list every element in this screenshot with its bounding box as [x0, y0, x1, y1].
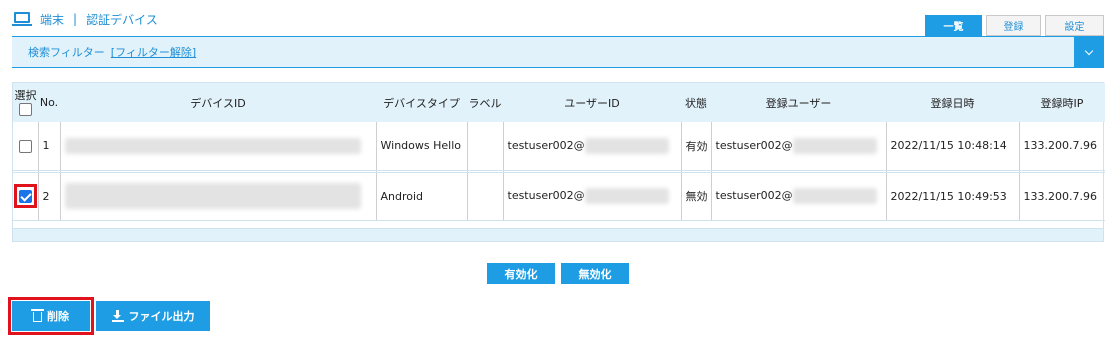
row-label: [466, 122, 503, 171]
user-id-text: testuser002@: [507, 189, 585, 202]
trash-icon: [31, 309, 44, 322]
row-registered-user: testuser002@: [710, 122, 886, 171]
search-filter-bar: 検索フィルター [フィルター解除]: [12, 36, 1104, 68]
view-tabs: 一覧 登録 設定: [925, 15, 1104, 36]
row-device-id: [59, 122, 376, 171]
header-device-id[interactable]: デバイスID: [60, 83, 376, 122]
header-no[interactable]: No.: [38, 83, 60, 122]
register-button[interactable]: 登録: [986, 15, 1041, 36]
export-label: ファイル出力: [128, 310, 195, 323]
header-registered-date[interactable]: 登録日時: [886, 83, 1019, 122]
row-device-id: [59, 172, 376, 221]
row-device-type: Windows Hello: [375, 122, 467, 171]
delete-button[interactable]: 削除: [12, 301, 90, 331]
row-checkbox[interactable]: [18, 189, 32, 203]
row-no: 1: [37, 122, 60, 171]
list-button[interactable]: 一覧: [925, 15, 982, 36]
row-registered-ip: 133.200.7.96: [1018, 172, 1105, 221]
breadcrumb-section[interactable]: 端末: [40, 11, 64, 28]
settings-button[interactable]: 設定: [1045, 15, 1104, 36]
header-select-label: 選択: [14, 89, 37, 103]
table-footer: [13, 228, 1103, 241]
clear-filter-link[interactable]: [フィルター解除]: [111, 44, 196, 60]
row-status: 有効: [680, 122, 711, 171]
header-status[interactable]: 状態: [681, 83, 711, 122]
enable-button[interactable]: 有効化: [487, 263, 555, 284]
delete-highlight: 削除: [8, 297, 94, 335]
row-label: [466, 172, 503, 221]
select-all-checkbox[interactable]: [19, 102, 32, 116]
row-registered-ip: 133.200.7.96: [1018, 122, 1105, 171]
page-title: 認証デバイス: [86, 12, 158, 27]
table-row: 1 Windows Hello testuser002@ 有効 testuser…: [13, 122, 1105, 171]
registered-user-text: testuser002@: [715, 138, 793, 152]
bottom-actions: 削除 ファイル出力: [8, 297, 210, 335]
redacted-registered-domain: [792, 188, 877, 204]
status-actions: 有効化 無効化: [487, 263, 629, 284]
page-header: 端末 | 認証デバイス: [12, 8, 158, 30]
row-select-cell: [13, 172, 38, 221]
row-device-type: Android: [375, 172, 467, 221]
breadcrumb-separator: |: [73, 12, 78, 26]
row-user-id: testuser002@: [502, 172, 681, 221]
redacted-user-domain: [584, 188, 669, 204]
row-registered-date: 2022/11/15 10:49:53: [885, 172, 1019, 221]
row-select-cell: [13, 122, 38, 171]
row-status: 無効: [680, 172, 711, 221]
redacted-user-domain: [584, 137, 669, 154]
redacted-registered-domain: [792, 137, 877, 154]
row-registered-user: testuser002@: [710, 172, 886, 221]
chevron-down-icon: [1084, 46, 1094, 55]
header-select: 選択: [13, 83, 38, 122]
laptop-icon: [12, 11, 32, 27]
table-row: 2 Android testuser002@ 無効 testuser002@ 2…: [13, 172, 1105, 221]
header-user-id[interactable]: ユーザーID: [503, 83, 681, 122]
table-header-row: 選択 No. デバイスID デバイスタイプ ラベル ユーザーID 状態 登録ユー…: [13, 83, 1105, 122]
user-id-text: testuser002@: [507, 138, 585, 152]
row-user-id: testuser002@: [502, 122, 681, 171]
header-device-type[interactable]: デバイスタイプ: [376, 83, 467, 122]
redacted-device-id: [64, 183, 361, 209]
row-registered-date: 2022/11/15 10:48:14: [885, 122, 1019, 171]
filter-expand-button[interactable]: [1074, 37, 1104, 67]
row-checkbox[interactable]: [18, 139, 32, 153]
row-no: 2: [37, 172, 60, 221]
redacted-device-id: [64, 137, 361, 154]
download-icon: [111, 310, 124, 322]
delete-label: 削除: [47, 310, 69, 323]
header-registered-user[interactable]: 登録ユーザー: [711, 83, 886, 122]
header-registered-ip[interactable]: 登録時IP: [1019, 83, 1105, 122]
checkbox-highlight: [13, 184, 37, 208]
disable-button[interactable]: 無効化: [561, 263, 629, 284]
device-table: 選択 No. デバイスID デバイスタイプ ラベル ユーザーID 状態 登録ユー…: [12, 82, 1105, 242]
filter-label: 検索フィルター: [28, 46, 105, 59]
export-button[interactable]: ファイル出力: [96, 301, 210, 331]
header-label[interactable]: ラベル: [467, 83, 503, 122]
registered-user-text: testuser002@: [715, 189, 793, 202]
